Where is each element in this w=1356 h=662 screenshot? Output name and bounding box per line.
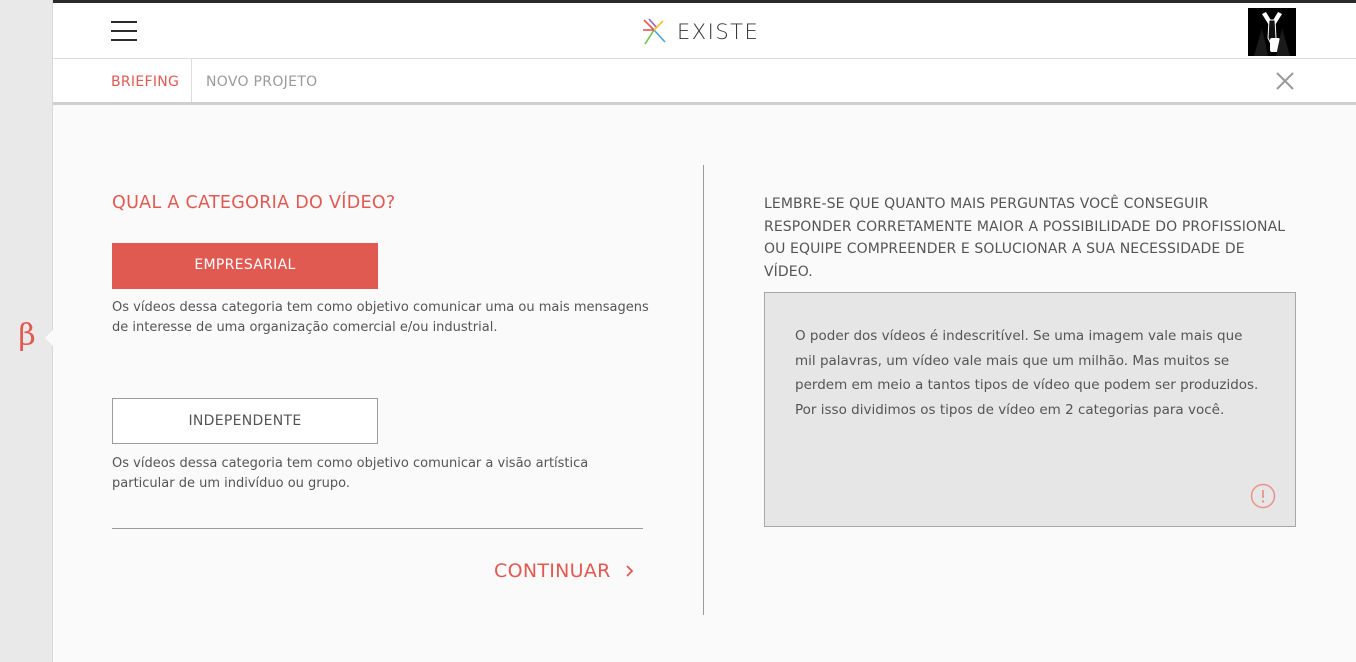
app-main: EXISTE BRIEFING NOVO PROJETO QUAL A CATE… [53, 0, 1356, 662]
avatar-illustration [1248, 8, 1296, 56]
option-empresarial-button[interactable]: EMPRESARIAL [112, 243, 378, 289]
question-title: QUAL A CATEGORIA DO VÍDEO? [112, 193, 396, 213]
breadcrumb-novo-projeto: NOVO PROJETO [206, 74, 318, 90]
user-avatar-icon[interactable] [1248, 8, 1296, 56]
column-divider [703, 165, 704, 615]
menu-line [111, 30, 137, 32]
tab-briefing[interactable]: BRIEFING [111, 59, 179, 102]
alert-info-icon[interactable] [1250, 483, 1276, 509]
subnav-divider [191, 59, 192, 102]
option-independente-button[interactable]: INDEPENDENTE [112, 398, 378, 444]
close-icon[interactable] [1275, 71, 1295, 91]
logo-text: EXISTE [677, 20, 760, 44]
option-independente-description: Os vídeos dessa categoria tem como objet… [112, 456, 589, 491]
left-rail: β [0, 0, 53, 662]
option-empresarial-description: Os vídeos dessa categoria tem como objet… [112, 300, 649, 335]
menu-line [111, 21, 137, 23]
continue-label: CONTINUAR [494, 560, 611, 582]
continue-button[interactable]: CONTINUAR [494, 558, 635, 584]
hamburger-menu-icon[interactable] [111, 21, 137, 43]
form-divider [112, 528, 643, 529]
chevron-right-icon [626, 565, 633, 577]
menu-line [111, 39, 137, 41]
logo[interactable]: EXISTE [641, 17, 759, 47]
info-text: O poder dos vídeos é indescritível. Se u… [795, 328, 1259, 418]
info-panel: O poder dos vídeos é indescritível. Se u… [764, 292, 1296, 527]
rail-notch [45, 330, 53, 346]
sub-nav: BRIEFING NOVO PROJETO [53, 59, 1356, 105]
existe-logo-icon [643, 18, 666, 45]
tip-text: LEMBRE-SE QUE QUANTO MAIS PERGUNTAS VOCÊ… [764, 196, 1286, 280]
beta-badge-icon[interactable]: β [14, 318, 40, 354]
top-bar: EXISTE [53, 0, 1356, 59]
